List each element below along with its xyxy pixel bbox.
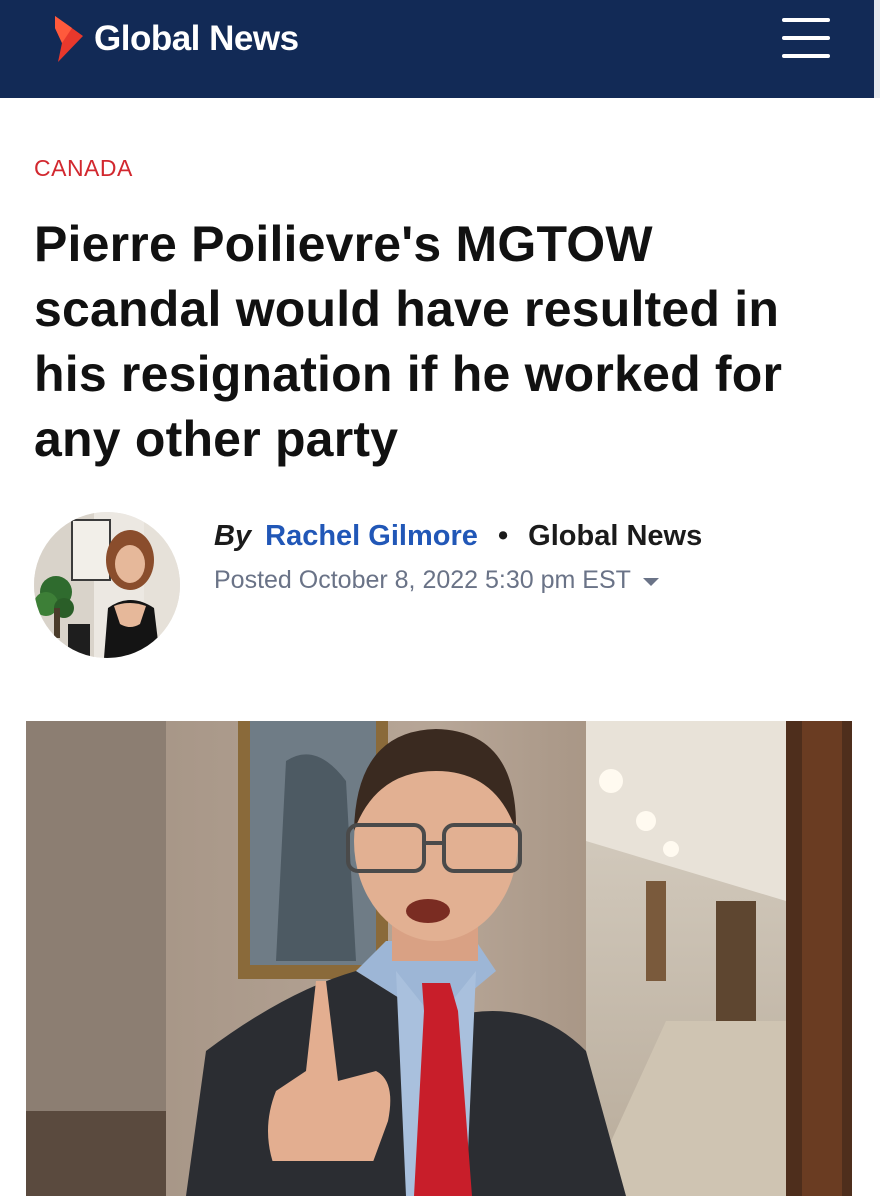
hero-photo (26, 721, 852, 1196)
byline-outlet: Global News (528, 520, 703, 552)
byline-separator: • (497, 520, 509, 552)
site-header: Global News (0, 0, 880, 98)
posted-date[interactable]: Posted October 8, 2022 5:30 pm EST (214, 566, 659, 595)
hamburger-menu-icon[interactable] (780, 16, 832, 62)
global-news-logo[interactable]: Global News (52, 14, 299, 64)
section-link[interactable]: CANADA (34, 155, 133, 182)
byline: By Rachel Gilmore • Global News (214, 520, 702, 553)
brand-name: Global News (94, 19, 299, 58)
byline-prefix: By (214, 520, 252, 552)
chevron-logo-icon (55, 16, 83, 62)
header-edge (874, 0, 880, 98)
caret-down-icon[interactable] (642, 577, 659, 586)
author-avatar[interactable] (34, 512, 180, 658)
hero-photo-illustration (26, 721, 852, 1196)
article-headline: Pierre Poilievre's MGTOW scandal would h… (34, 216, 783, 467)
author-photo (34, 512, 180, 658)
posted-date-text: Posted October 8, 2022 5:30 pm EST (214, 566, 631, 594)
author-link[interactable]: Rachel Gilmore (265, 520, 478, 552)
